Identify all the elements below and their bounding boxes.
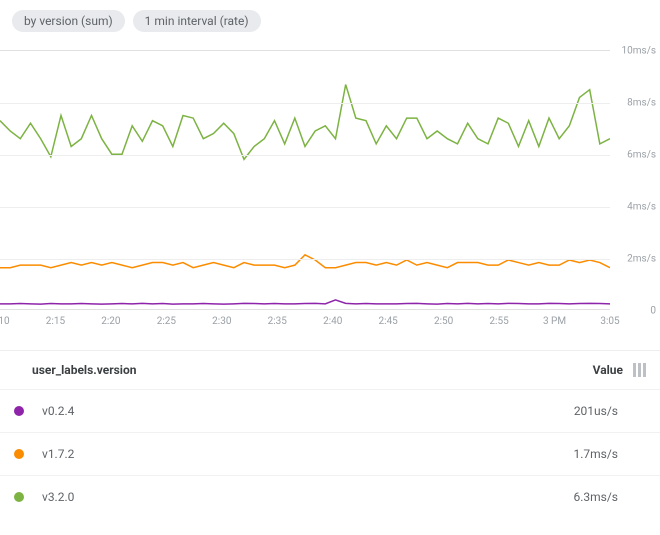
chart-gridline — [0, 259, 610, 260]
chart-x-tick-label: 2:25 — [157, 316, 176, 327]
chart-gridline — [0, 103, 610, 104]
chart-y-tick-label: 8ms/s — [627, 98, 656, 109]
chart-y-tick-label: 10ms/s — [622, 46, 656, 57]
chart-gridline — [0, 155, 610, 156]
legend-column-name[interactable]: user_labels.version — [32, 363, 593, 377]
series-line-v3.2.0[interactable] — [0, 85, 610, 160]
legend-series-name: v0.2.4 — [42, 404, 574, 418]
legend-swatch — [14, 449, 24, 459]
chart-lines — [0, 51, 610, 309]
filter-pills: by version (sum) 1 min interval (rate) — [0, 0, 660, 42]
columns-icon[interactable] — [633, 363, 646, 377]
chart-y-tick-label: 0 — [650, 306, 656, 317]
chart-x-tick-label: 2:55 — [489, 316, 508, 327]
chart-y-tick-label: 2ms/s — [627, 254, 656, 265]
chart-x-tick-label: 2:20 — [101, 316, 120, 327]
pill-interval[interactable]: 1 min interval (rate) — [133, 10, 261, 32]
series-line-v0.2.4[interactable] — [0, 300, 610, 304]
legend-row[interactable]: v3.2.06.3ms/s — [0, 475, 660, 518]
chart-x-tick-label: 2:10 — [0, 316, 10, 327]
chart-x-tick-label: 3:05 — [600, 316, 619, 327]
chart-x-tick-label: 3 PM — [543, 316, 566, 327]
chart-x-tick-label: 2:45 — [379, 316, 398, 327]
legend-series-value: 201us/s — [574, 404, 618, 418]
legend-row[interactable]: v0.2.4201us/s — [0, 389, 660, 432]
chart-y-tick-label: 4ms/s — [627, 202, 656, 213]
legend-column-value[interactable]: Value — [593, 363, 623, 377]
legend-row[interactable]: v1.7.21.7ms/s — [0, 432, 660, 475]
chart-gridline — [0, 207, 610, 208]
legend-swatch — [14, 406, 24, 416]
legend-table: user_labels.version Value v0.2.4201us/sv… — [0, 350, 660, 518]
chart-x-tick-label: 2:30 — [212, 316, 231, 327]
chart-y-tick-label: 6ms/s — [627, 150, 656, 161]
chart-x-tick-label: 2:15 — [46, 316, 65, 327]
series-line-v1.7.2[interactable] — [0, 255, 610, 268]
legend-swatch — [14, 492, 24, 502]
chart-x-axis: 2:10 2:15 2:20 2:25 2:30 2:35 2:40 2:45 2:50 2:55… — [0, 310, 610, 334]
chart-x-tick-label: 2:40 — [323, 316, 342, 327]
chart-x-tick-label: 2:50 — [434, 316, 453, 327]
pill-aggregation[interactable]: by version (sum) — [12, 10, 125, 32]
legend-series-name: v3.2.0 — [42, 490, 573, 504]
legend-series-value: 1.7ms/s — [573, 447, 618, 461]
chart-plot-area[interactable]: 02ms/s4ms/s6ms/s8ms/s10ms/s — [0, 50, 610, 310]
chart: 02ms/s4ms/s6ms/s8ms/s10ms/s 2:10 2:15 2:20… — [0, 50, 660, 350]
legend-series-name: v1.7.2 — [42, 447, 573, 461]
legend-series-value: 6.3ms/s — [573, 490, 618, 504]
chart-x-tick-label: 2:35 — [268, 316, 287, 327]
legend-header: user_labels.version Value — [0, 351, 660, 389]
